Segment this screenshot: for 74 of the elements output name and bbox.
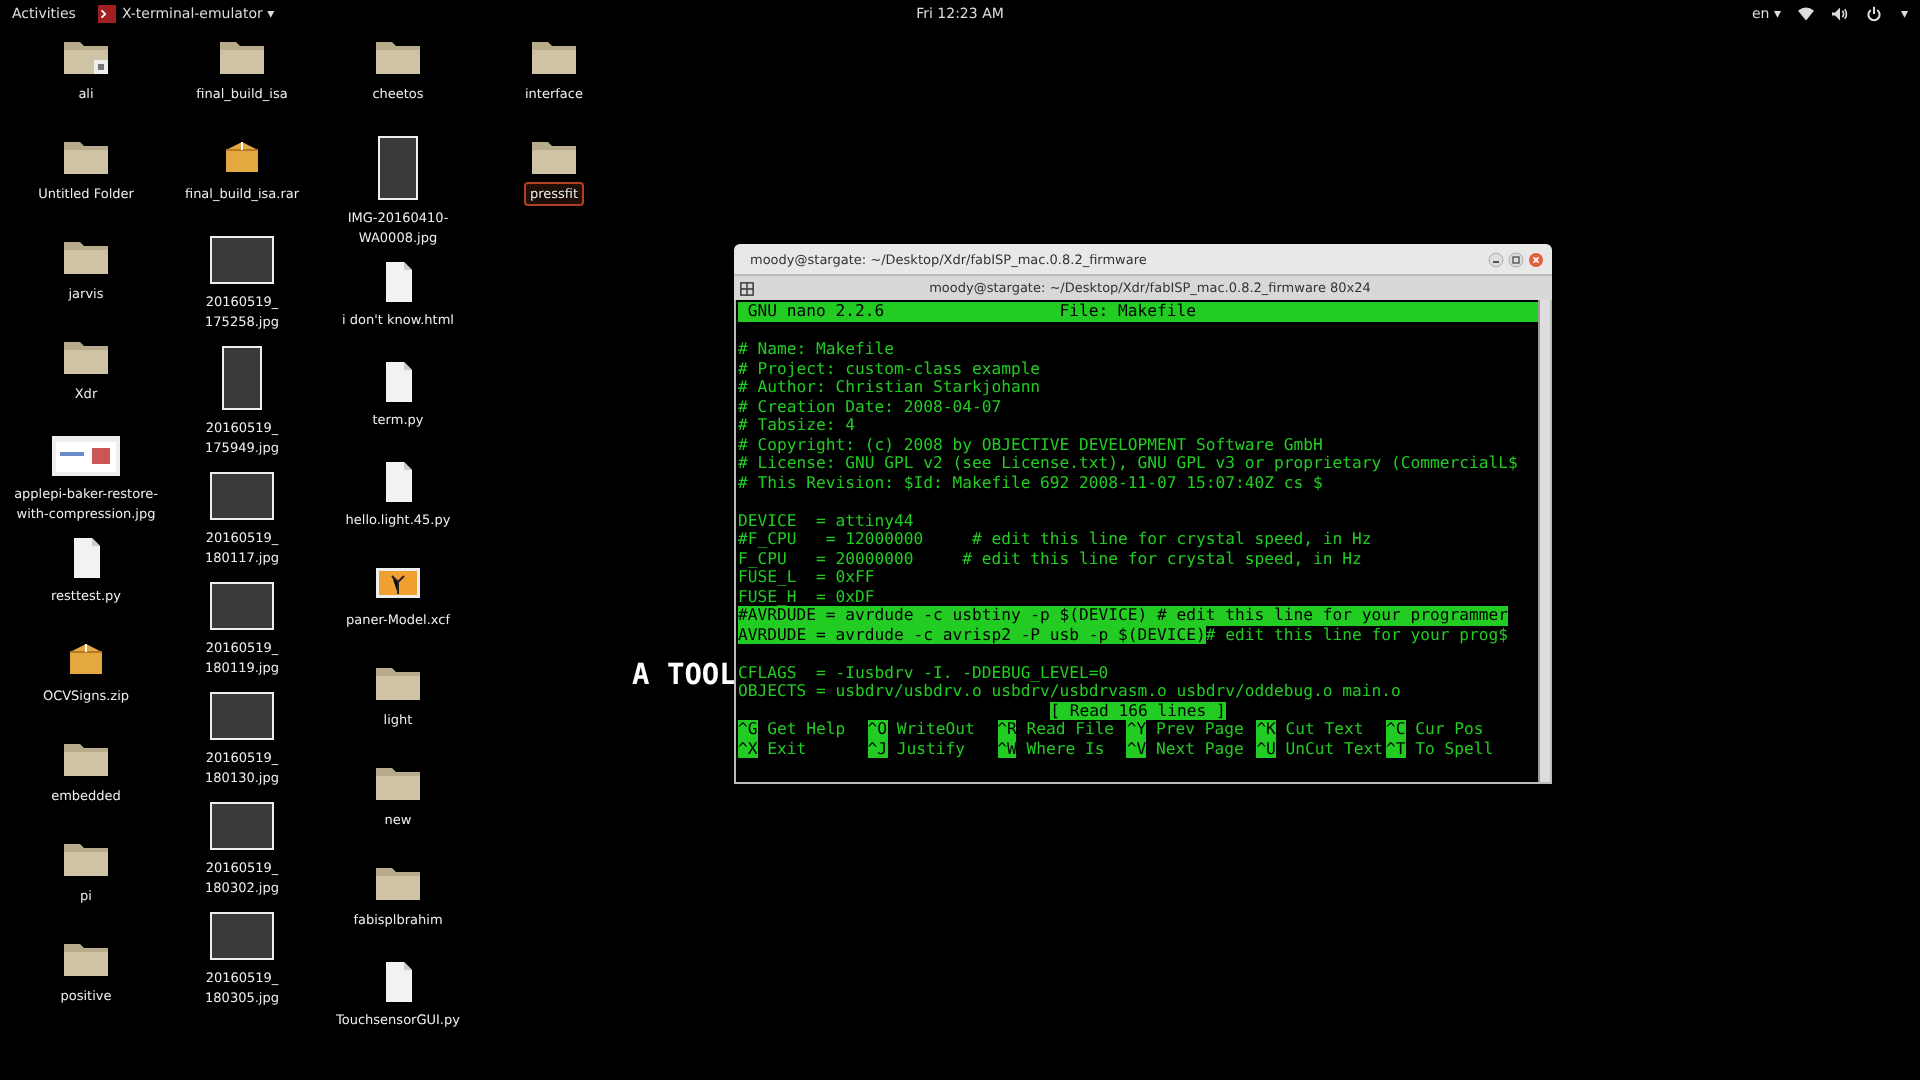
code-line: # Creation Date: 2008-04-07 bbox=[738, 397, 1002, 416]
code-line: # Copyright: (c) 2008 by OBJECTIVE DEVELOPMENT Software GmbH bbox=[738, 435, 1323, 454]
code-line: # Tabsize: 4 bbox=[738, 416, 855, 435]
shortcut-label: Where Is bbox=[1026, 739, 1105, 758]
shortcut-key: ^G bbox=[738, 720, 758, 739]
shortcut-label: Exit bbox=[767, 739, 807, 758]
code-line: # edit this line for your prog$ bbox=[1205, 625, 1508, 644]
photo-thumbnail[interactable] bbox=[378, 136, 418, 200]
folder-icon[interactable] bbox=[62, 236, 110, 276]
code-line: # Author: Christian Starkjohann bbox=[738, 378, 1041, 397]
shortcut-label: Cur Pos bbox=[1415, 720, 1484, 739]
photo-thumbnail[interactable] bbox=[222, 346, 262, 410]
shortcut-key: ^O bbox=[867, 720, 888, 739]
folder-icon[interactable] bbox=[62, 136, 110, 176]
folder-icon[interactable] bbox=[374, 36, 422, 76]
code-line: CFLAGS = -Iusbdrv -I. -DDEBUG_LEVEL=0 bbox=[738, 663, 1109, 682]
code-line: #F_CPU = 12000000 # edit this line for crystal speed, in Hz bbox=[738, 530, 1372, 549]
code-line: # Project: custom-class example bbox=[738, 359, 1041, 378]
close-button[interactable] bbox=[1528, 251, 1544, 267]
photo-thumbnail[interactable] bbox=[210, 582, 274, 630]
shortcut-label: Justify bbox=[896, 739, 966, 758]
folder-icon[interactable] bbox=[374, 862, 422, 902]
code-line: F_CPU = 20000000 # edit this line for crystal speed, in Hz bbox=[738, 549, 1362, 568]
screenshot-thumbnail[interactable] bbox=[52, 436, 120, 476]
photo-thumbnail[interactable] bbox=[210, 236, 274, 284]
maximize-button[interactable] bbox=[1508, 251, 1524, 267]
folder-icon[interactable] bbox=[530, 136, 578, 176]
shortcut-label: Cut Text bbox=[1285, 720, 1364, 739]
code-line: FUSE_L = 0xFF bbox=[738, 568, 875, 587]
shortcut-key: ^R bbox=[997, 720, 1017, 739]
folder-icon[interactable] bbox=[374, 762, 422, 802]
code-line: # License: GNU GPL v2 (see License.txt), GNU GPL v3 or proprietary (CommercialL$ bbox=[738, 454, 1518, 473]
terminal-icon bbox=[97, 2, 116, 26]
folder-icon[interactable] bbox=[62, 838, 110, 878]
shortcut-key: ^J bbox=[867, 739, 888, 758]
power-icon[interactable] bbox=[1866, 6, 1883, 22]
file-name: File: Makefile bbox=[1059, 302, 1197, 321]
image-icon[interactable] bbox=[374, 562, 422, 602]
wifi-icon[interactable] bbox=[1798, 6, 1815, 22]
shortcut-key: ^T bbox=[1385, 739, 1406, 758]
folder-icon[interactable] bbox=[62, 738, 110, 778]
minimize-button[interactable] bbox=[1488, 251, 1504, 267]
folder-icon[interactable] bbox=[374, 662, 422, 702]
shortcut-label: To Spell bbox=[1415, 739, 1494, 758]
shortcut-key: ^Y bbox=[1126, 720, 1147, 739]
shortcut-label: Read File bbox=[1026, 720, 1115, 739]
shortcut-label: Get Help bbox=[767, 720, 846, 739]
status-message: [ Read 166 lines ] bbox=[1050, 701, 1226, 720]
shortcut-label: Prev Page bbox=[1156, 720, 1244, 739]
folder-icon[interactable] bbox=[62, 36, 110, 76]
code-line: # This Revision: $Id: Makefile 692 2008-11-07 15:07:40Z cs $ bbox=[738, 473, 1323, 492]
shortcut-key: ^C bbox=[1385, 720, 1406, 739]
code-line: FUSE_H = 0xDF bbox=[738, 587, 875, 606]
shortcut-label: Next Page bbox=[1156, 739, 1244, 758]
folder-icon[interactable] bbox=[62, 336, 110, 376]
photo-thumbnail[interactable] bbox=[210, 472, 274, 520]
folder-icon[interactable] bbox=[62, 938, 110, 978]
tab-menu-icon[interactable] bbox=[740, 281, 754, 295]
photo-thumbnail[interactable] bbox=[210, 912, 274, 960]
shortcut-key: ^K bbox=[1256, 720, 1276, 739]
code-line: # Name: Makefile bbox=[738, 340, 894, 359]
shortcut-label: WriteOut bbox=[896, 720, 975, 739]
shortcut-label: UnCut Text bbox=[1285, 739, 1384, 758]
code-line: DEVICE = attiny44 bbox=[738, 511, 914, 530]
folder-icon[interactable] bbox=[218, 36, 266, 76]
volume-icon[interactable] bbox=[1832, 6, 1849, 22]
code-line: OBJECTS = usbdrv/usbdrv.o usbdrv/usbdrvasm.o usbdrv/oddebug.o main.o bbox=[738, 682, 1401, 701]
shortcut-key: ^W bbox=[997, 739, 1017, 758]
scrollbar[interactable] bbox=[1538, 300, 1550, 782]
photo-thumbnail[interactable] bbox=[210, 802, 274, 850]
folder-icon[interactable] bbox=[530, 36, 578, 76]
photo-thumbnail[interactable] bbox=[210, 692, 274, 740]
nano-version: GNU nano 2.2.6 bbox=[745, 302, 887, 321]
wallpaper-tagline: A TOOL bbox=[632, 660, 737, 692]
